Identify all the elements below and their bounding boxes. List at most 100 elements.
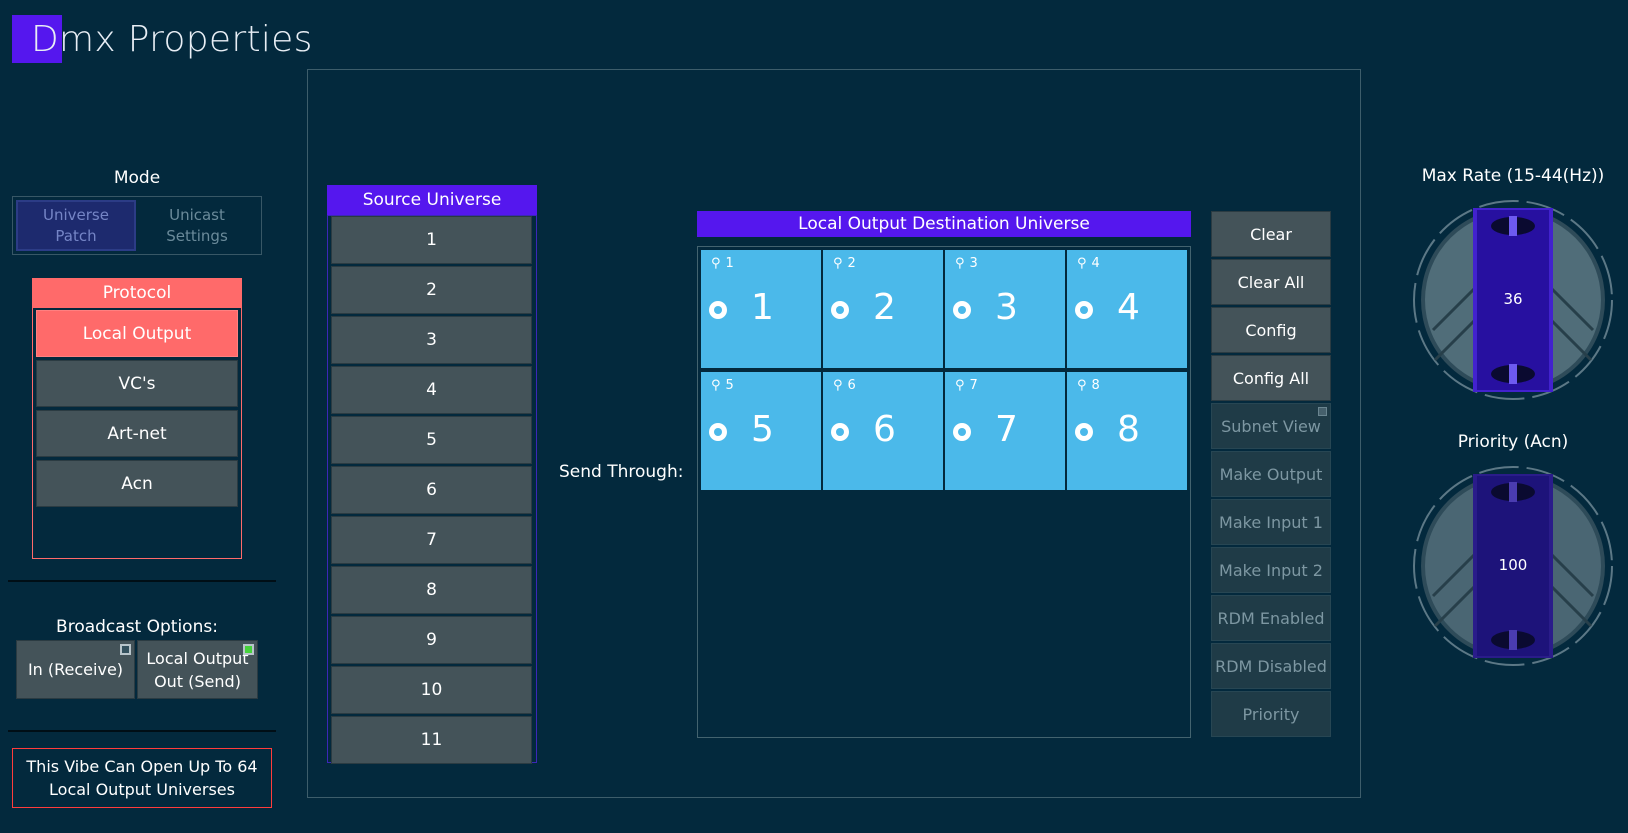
destination-universe-tile[interactable]: ⚲ 6 6 xyxy=(823,372,943,490)
tile-small-label: ⚲ 7 xyxy=(955,378,978,393)
tile-number: 2 xyxy=(873,287,896,328)
rdm-enabled-button[interactable]: RDM Enabled xyxy=(1211,595,1331,641)
tile-small-label: ⚲ 3 xyxy=(955,256,978,271)
config-button[interactable]: Config xyxy=(1211,307,1331,353)
mode-unicast-settings-line1: Unicast xyxy=(169,205,225,224)
mode-unicast-settings-button[interactable]: Unicast Settings xyxy=(137,200,257,251)
tile-small-label: ⚲ 6 xyxy=(833,378,856,393)
xlr-connector-icon xyxy=(1075,423,1093,441)
protocol-vcs-button[interactable]: VC's xyxy=(36,360,238,407)
source-universe-item[interactable]: 4 xyxy=(331,366,532,414)
tile-number: 1 xyxy=(751,287,774,328)
tile-number: 6 xyxy=(873,409,896,450)
xlr-connector-icon xyxy=(709,301,727,319)
tile-index: 2 xyxy=(847,256,856,271)
xlr-connector-icon xyxy=(709,423,727,441)
tile-number: 3 xyxy=(995,287,1018,328)
broadcast-in-label: In (Receive) xyxy=(27,660,124,679)
tile-index: 4 xyxy=(1091,256,1100,271)
priority-acn-value: 100 xyxy=(1498,556,1528,574)
xlr-connector-icon xyxy=(1075,301,1093,319)
rdm-disabled-button[interactable]: RDM Disabled xyxy=(1211,643,1331,689)
clear-all-button[interactable]: Clear All xyxy=(1211,259,1331,305)
destination-universe-tile[interactable]: ⚲ 2 2 xyxy=(823,250,943,368)
priority-button[interactable]: Priority xyxy=(1211,691,1331,737)
source-universe-item[interactable]: 8 xyxy=(331,566,532,614)
broadcast-in-receive-button[interactable]: In (Receive) xyxy=(16,640,135,699)
tile-index: 8 xyxy=(1091,378,1100,393)
subnet-view-label: Subnet View xyxy=(1221,416,1321,436)
clear-button[interactable]: Clear xyxy=(1211,211,1331,257)
destination-universe-tile[interactable]: ⚲ 1 1 xyxy=(701,250,821,368)
source-universe-item[interactable]: 11 xyxy=(331,716,532,764)
protocol-header: Protocol xyxy=(32,278,242,308)
destination-universe-tile[interactable]: ⚲ 5 5 xyxy=(701,372,821,490)
tile-index: 7 xyxy=(969,378,978,393)
make-input-1-button[interactable]: Make Input 1 xyxy=(1211,499,1331,545)
dmx-plug-icon: ⚲ xyxy=(711,378,721,393)
checkbox-indicator-unchecked xyxy=(1318,407,1327,416)
source-universe-item[interactable]: 7 xyxy=(331,516,532,564)
dmx-plug-icon: ⚲ xyxy=(955,256,965,271)
max-rate-knob[interactable]: 36 xyxy=(1413,200,1613,400)
tile-index: 3 xyxy=(969,256,978,271)
destination-universe-tile[interactable]: ⚲ 8 8 xyxy=(1067,372,1187,490)
source-universe-item[interactable]: 2 xyxy=(331,266,532,314)
tile-small-label: ⚲ 4 xyxy=(1077,256,1100,271)
source-universe-item[interactable]: 9 xyxy=(331,616,532,664)
config-all-button[interactable]: Config All xyxy=(1211,355,1331,401)
divider xyxy=(8,730,276,732)
tile-number: 5 xyxy=(751,409,774,450)
xlr-connector-icon xyxy=(831,301,849,319)
destination-universe-tile[interactable]: ⚲ 4 4 xyxy=(1067,250,1187,368)
tile-number: 8 xyxy=(1117,409,1140,450)
checkbox-indicator-checked xyxy=(243,644,254,655)
dmx-plug-icon: ⚲ xyxy=(711,256,721,271)
subnet-view-button[interactable]: Subnet View xyxy=(1211,403,1331,449)
dmx-plug-icon: ⚲ xyxy=(1077,256,1087,271)
source-universe-item[interactable]: 6 xyxy=(331,466,532,514)
info-line2: Local Output Universes xyxy=(49,780,235,799)
max-rate-value: 36 xyxy=(1503,290,1523,308)
protocol-artnet-button[interactable]: Art-net xyxy=(36,410,238,457)
broadcast-out-line1: Local Output xyxy=(146,648,249,668)
dmx-plug-icon: ⚲ xyxy=(955,378,965,393)
protocol-acn-button[interactable]: Acn xyxy=(36,460,238,507)
mode-universe-patch-line1: Universe xyxy=(43,205,109,224)
destination-universe-tile[interactable]: ⚲ 3 3 xyxy=(945,250,1065,368)
info-line1: This Vibe Can Open Up To 64 xyxy=(26,757,258,776)
make-output-button[interactable]: Make Output xyxy=(1211,451,1331,497)
info-message: This Vibe Can Open Up To 64 Local Output… xyxy=(12,748,272,808)
tile-index: 1 xyxy=(725,256,734,271)
source-universe-item[interactable]: 1 xyxy=(331,216,532,264)
source-universe-item[interactable]: 3 xyxy=(331,316,532,364)
destination-universe-tile[interactable]: ⚲ 7 7 xyxy=(945,372,1065,490)
tile-number: 7 xyxy=(995,409,1018,450)
tile-number: 4 xyxy=(1117,287,1140,328)
checkbox-indicator-unchecked xyxy=(120,644,131,655)
source-universe-item[interactable]: 10 xyxy=(331,666,532,714)
mode-universe-patch-button[interactable]: Universe Patch xyxy=(16,200,136,251)
xlr-connector-icon xyxy=(831,423,849,441)
protocol-local-output-button[interactable]: Local Output xyxy=(36,310,238,357)
tile-index: 5 xyxy=(725,378,734,393)
divider xyxy=(8,580,276,582)
broadcast-local-output-send-button[interactable]: Local Output Out (Send) xyxy=(137,640,258,699)
dmx-plug-icon: ⚲ xyxy=(833,378,843,393)
tile-small-label: ⚲ 5 xyxy=(711,378,734,393)
tile-small-label: ⚲ 8 xyxy=(1077,378,1100,393)
max-rate-label: Max Rate (15-44(Hz)) xyxy=(1421,166,1605,186)
source-universe-header: Source Universe xyxy=(327,185,537,215)
send-through-label: Send Through: xyxy=(559,462,684,482)
source-universe-item[interactable]: 5 xyxy=(331,416,532,464)
make-input-2-button[interactable]: Make Input 2 xyxy=(1211,547,1331,593)
tile-small-label: ⚲ 1 xyxy=(711,256,734,271)
dmx-plug-icon: ⚲ xyxy=(1077,378,1087,393)
mode-label: Mode xyxy=(113,168,161,188)
tile-index: 6 xyxy=(847,378,856,393)
mode-unicast-settings-line2: Settings xyxy=(166,226,228,245)
xlr-connector-icon xyxy=(953,423,971,441)
destination-universe-header: Local Output Destination Universe xyxy=(697,211,1191,237)
mode-universe-patch-line2: Patch xyxy=(55,226,97,245)
priority-acn-knob[interactable]: 100 xyxy=(1413,466,1613,666)
